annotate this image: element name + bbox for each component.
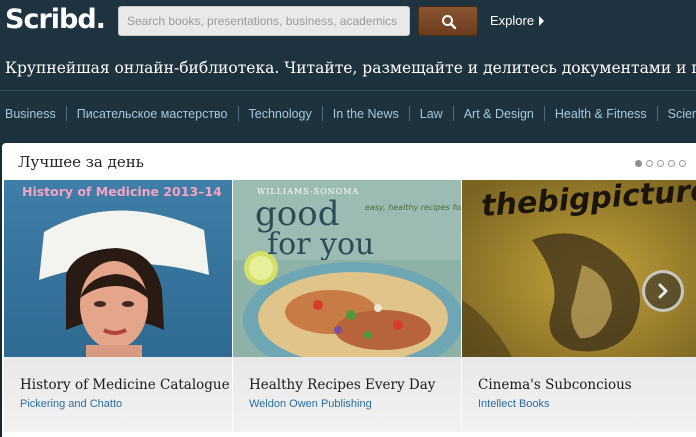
card-caption-bg — [4, 357, 232, 432]
category-link-in-the-news[interactable]: In the News — [333, 107, 399, 121]
explore-menu[interactable]: Explore — [490, 13, 545, 28]
cinema-cover-heading: thebigpicture — [480, 180, 696, 224]
nav-separator — [237, 106, 239, 121]
search-icon — [442, 15, 457, 30]
svg-text:for you: for you — [267, 227, 374, 260]
category-nav: Business Писательское мастерство Technol… — [5, 106, 696, 121]
top-bar: Scribd. Explore — [0, 0, 696, 44]
medicine-cover-heading: History of Medicine 2013–14 — [22, 184, 222, 199]
card-author-link[interactable]: Weldon Owen Publishing — [249, 398, 372, 410]
category-link-science[interactable]: Science — [668, 107, 696, 121]
category-link-health-fitness[interactable]: Health & Fitness — [555, 107, 647, 121]
category-link-business[interactable]: Business — [5, 107, 56, 121]
pagination-dot[interactable] — [679, 160, 686, 167]
svg-text:History of Medicine 2013–14: History of Medicine 2013–14 — [22, 184, 222, 199]
nav-separator — [408, 106, 410, 121]
pagination-dot[interactable] — [657, 160, 664, 167]
caret-right-icon — [539, 15, 545, 26]
card-title[interactable]: Cinema's Subconcious — [478, 377, 632, 393]
featured-card-recipes[interactable]: WILLIAMS-SONOMA good for you easy, healt… — [233, 180, 461, 432]
explore-label: Explore — [490, 13, 535, 28]
svg-text:thebigpicture: thebigpicture — [480, 180, 696, 224]
card-caption-bg — [462, 357, 696, 432]
recipes-cover-text: WILLIAMS-SONOMA good for you easy, healt… — [255, 187, 461, 260]
category-link-technology[interactable]: Technology — [249, 107, 312, 121]
carousel-next-button[interactable] — [642, 270, 684, 312]
site-tagline: Крупнейшая онлайн-библиотека. Читайте, р… — [5, 59, 696, 77]
medicine-cover-image — [4, 180, 232, 357]
pagination-dot[interactable] — [668, 160, 675, 167]
card-author-link[interactable]: Intellect Books — [478, 398, 550, 410]
featured-title: Лучшее за день — [18, 153, 144, 171]
scribd-logo[interactable]: Scribd. — [5, 4, 106, 35]
card-author-link[interactable]: Pickering and Chatto — [20, 398, 122, 410]
pagination-dot[interactable] — [646, 160, 653, 167]
card-title[interactable]: History of Medicine Catalogue — [20, 377, 230, 393]
card-title[interactable]: Healthy Recipes Every Day — [249, 377, 435, 393]
header-divider — [0, 90, 696, 91]
search-input[interactable] — [118, 6, 410, 36]
category-link-art-design[interactable]: Art & Design — [464, 107, 534, 121]
search-button[interactable] — [418, 6, 478, 36]
featured-panel: Лучшее за день History of Medicine 2013–… — [2, 143, 696, 437]
svg-text:easy, healthy recipes for ever: easy, healthy recipes for every day — [365, 203, 461, 212]
chevron-right-icon — [658, 283, 668, 299]
carousel-pagination — [635, 160, 686, 167]
nav-separator — [543, 106, 545, 121]
nav-separator — [452, 106, 454, 121]
nav-separator — [321, 106, 323, 121]
nav-separator — [656, 106, 658, 121]
featured-card-medicine[interactable]: History of Medicine 2013–14 History of M… — [4, 180, 232, 432]
pagination-dot[interactable] — [635, 160, 642, 167]
card-caption-bg — [233, 357, 461, 432]
category-link-law[interactable]: Law — [420, 107, 443, 121]
nav-separator — [65, 106, 67, 121]
category-link-writing[interactable]: Писательское мастерство — [77, 107, 228, 121]
